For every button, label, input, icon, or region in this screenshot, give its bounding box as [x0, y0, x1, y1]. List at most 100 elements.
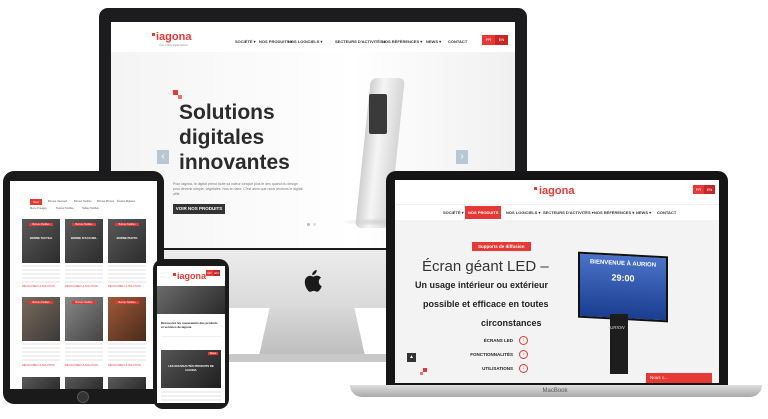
- mb-category-badge[interactable]: Supports de diffusion: [472, 242, 531, 251]
- ipad-card-5-image[interactable]: Bornes Tactiles: [65, 297, 103, 341]
- carousel-prev-button[interactable]: ‹: [157, 150, 169, 164]
- scroll-top-button[interactable]: ▲: [407, 353, 416, 362]
- mb-product-title: Écran géant LED –: [422, 258, 549, 275]
- ipad-tab-tactiles[interactable]: Bornes Tactiles: [74, 200, 92, 203]
- billboard-welcome-text: BIENVENUE À AURION: [589, 259, 657, 269]
- iphone-divider: [161, 336, 221, 337]
- carousel-dot-1[interactable]: [307, 223, 310, 226]
- brand-tagline: Your mobile digital partner: [159, 44, 188, 47]
- ipad-card-4-image[interactable]: Bornes Tactiles: [22, 297, 60, 341]
- macbook-label: MacBook: [542, 388, 568, 394]
- mb-lang-fr[interactable]: FR: [693, 185, 704, 194]
- ipad-tab-accueil[interactable]: Bornes d'accueil: [48, 200, 67, 203]
- hero-line-2: digitales: [179, 126, 265, 149]
- nav-references[interactable]: NOS RÉFÉRENCES ▾: [382, 39, 422, 44]
- ipad-card-4-link[interactable]: DÉCOUVREZ LA SOLUTION: [22, 364, 55, 367]
- ipad-card-3-image[interactable]: Bornes Tactiles BORNE PHOTO: [108, 219, 146, 263]
- mb-lang-en[interactable]: EN: [704, 185, 715, 194]
- ipad-card-2-title: BORNE D'ACCUEIL: [71, 236, 97, 240]
- carousel-dot-2[interactable]: [313, 223, 316, 226]
- billboard-pole: [610, 314, 628, 374]
- mb-nav-contact[interactable]: CONTACT: [657, 210, 676, 215]
- logo-mark: [152, 33, 155, 36]
- ipad-home-button[interactable]: [77, 391, 89, 403]
- ipad-card-5-link[interactable]: DÉCOUVREZ LA SOLUTION: [65, 364, 98, 367]
- nav-logiciels[interactable]: NOS LOGICIELS ▾: [288, 39, 322, 44]
- mb-nav-secteurs[interactable]: SECTEURS D'ACTIVITÉS ▾: [543, 210, 594, 215]
- iphone-hero-image: [157, 286, 225, 314]
- mb-feature-fonctionnalites-arrow-icon[interactable]: ↓: [519, 350, 528, 359]
- nav-contact[interactable]: CONTACT: [448, 39, 467, 44]
- kiosk-screen: [369, 94, 387, 134]
- ipad-tab-murs[interactable]: Murs d'images: [30, 207, 47, 210]
- ipad-tab-photos[interactable]: Bornes Photos: [97, 200, 114, 203]
- mb-nav-references[interactable]: NOS RÉFÉRENCES ▾: [594, 210, 634, 215]
- iphone-lang-en[interactable]: EN: [213, 270, 220, 276]
- ipad-card-2-link[interactable]: DÉCOUVREZ LA SOLUTION: [65, 285, 98, 288]
- ipad-card-1-badge: Bornes Tactiles: [29, 223, 53, 226]
- iphone-news-title: LES NOUVEAUTÉS PRODUITS DE IAGONA: [168, 364, 214, 372]
- imac-foot: [228, 354, 398, 362]
- mb-nav-societe[interactable]: SOCIÉTÉ ▾: [443, 210, 464, 215]
- iphone-news-card[interactable]: News LES NOUVEAUTÉS PRODUITS DE IAGONA: [161, 350, 221, 388]
- ipad-card-5-text: [65, 343, 103, 361]
- ipad-card-1-text: [22, 265, 60, 283]
- ipad-card-4-text: [22, 343, 60, 361]
- ipad-card-6-text: [108, 343, 146, 361]
- ipad-card-3-title: BORNE PHOTO: [116, 236, 138, 240]
- ipad-tab-all[interactable]: Tout: [30, 199, 42, 205]
- mb-feature-utilisations-arrow-icon[interactable]: ↓: [519, 364, 528, 373]
- mb-nav-produits-active[interactable]: NOS PRODUITS: [465, 206, 502, 219]
- mb-header-divider: [395, 204, 719, 205]
- nav-societe[interactable]: SOCIÉTÉ ▾: [235, 39, 256, 44]
- iphone-brand-logo[interactable]: iagona: [177, 271, 206, 281]
- ipad-card-6-link[interactable]: DÉCOUVREZ LA SOLUTION: [108, 364, 141, 367]
- iphone-screen: iagona FR EN Découvrez les nouveautés de…: [157, 266, 225, 403]
- ipad-card-7-image[interactable]: [22, 377, 60, 389]
- hero-cta-button[interactable]: VOIR NOS PRODUITS: [173, 204, 225, 214]
- mb-product-sub-2: possible et efficace en toutes: [423, 299, 549, 309]
- iphone-logo-mark: [173, 273, 176, 276]
- lang-en[interactable]: EN: [495, 35, 508, 45]
- hero-description: Pour Iagona, le digital prend toute sa v…: [173, 182, 303, 196]
- mb-feature-utilisations[interactable]: UTILISATIONS: [461, 366, 513, 371]
- ipad-card-1-title: BORNE TACTILE: [29, 236, 53, 240]
- mb-product-sub-3: circonstances: [481, 318, 542, 328]
- mb-logo-mark: [534, 187, 537, 190]
- billboard-clock-text: 29:00: [611, 272, 635, 284]
- ipad-card-5-badge: Bornes Tactiles: [72, 301, 96, 304]
- iphone-headline: Découvrez les nouveautés des produits et…: [161, 321, 218, 329]
- ipad-card-8-image[interactable]: [65, 377, 103, 389]
- brand-logo[interactable]: iagona: [156, 31, 191, 43]
- mb-contact-cta[interactable]: Nous c...: [646, 373, 712, 383]
- mb-product-sub-1: Un usage intérieur ou extérieur: [415, 280, 549, 290]
- ipad-tab-tables[interactable]: Tables Tactiles: [82, 207, 99, 210]
- carousel-next-button[interactable]: ›: [456, 150, 468, 164]
- ipad-tab-ecrans[interactable]: Écrans Digitaux: [117, 200, 135, 203]
- ipad-tab-totems[interactable]: Totems Tactiles: [56, 207, 74, 210]
- iphone-card-text: [161, 391, 221, 401]
- ipad-card-2-badge: Bornes Tactiles: [72, 223, 96, 226]
- mb-feature-ecrans-arrow-icon[interactable]: ↓: [519, 336, 528, 345]
- ipad-card-6-image[interactable]: Bornes Tactiles: [108, 297, 146, 341]
- ipad-card-2-text: [65, 265, 103, 283]
- nav-news[interactable]: NEWS ▾: [426, 39, 441, 44]
- ipad-card-1-link[interactable]: DÉCOUVREZ LA SOLUTION: [22, 285, 55, 288]
- iphone-news-badge: News: [207, 352, 218, 355]
- mb-feature-fonctionnalites[interactable]: FONCTIONNALITÉS: [461, 352, 513, 357]
- ipad-card-9-image[interactable]: [108, 377, 146, 389]
- ipad-screen: Tout Bornes d'accueil Bornes Tactiles Bo…: [10, 181, 157, 389]
- mb-feature-ecrans[interactable]: ÉCRANS LED: [461, 338, 513, 343]
- mb-nav-logiciels[interactable]: NOS LOGICIELS ▾: [506, 210, 540, 215]
- nav-secteurs[interactable]: SECTEURS D'ACTIVITÉS ▾: [335, 39, 386, 44]
- ipad-card-1-image[interactable]: Bornes Tactiles BORNE TACTILE: [22, 219, 60, 263]
- iphone-lang-fr[interactable]: FR: [206, 270, 213, 276]
- imac-stand: [259, 308, 365, 356]
- mb-hero-accent-2: [420, 372, 423, 375]
- ipad-card-3-link[interactable]: DÉCOUVREZ LA SOLUTION: [108, 285, 141, 288]
- ipad-card-2-image[interactable]: Bornes Tactiles BORNE D'ACCUEIL: [65, 219, 103, 263]
- mb-brand-logo[interactable]: iagona: [539, 185, 574, 197]
- hero-accent-2: [178, 95, 182, 99]
- lang-fr[interactable]: FR: [482, 35, 495, 45]
- mb-nav-news[interactable]: NEWS ▾: [636, 210, 651, 215]
